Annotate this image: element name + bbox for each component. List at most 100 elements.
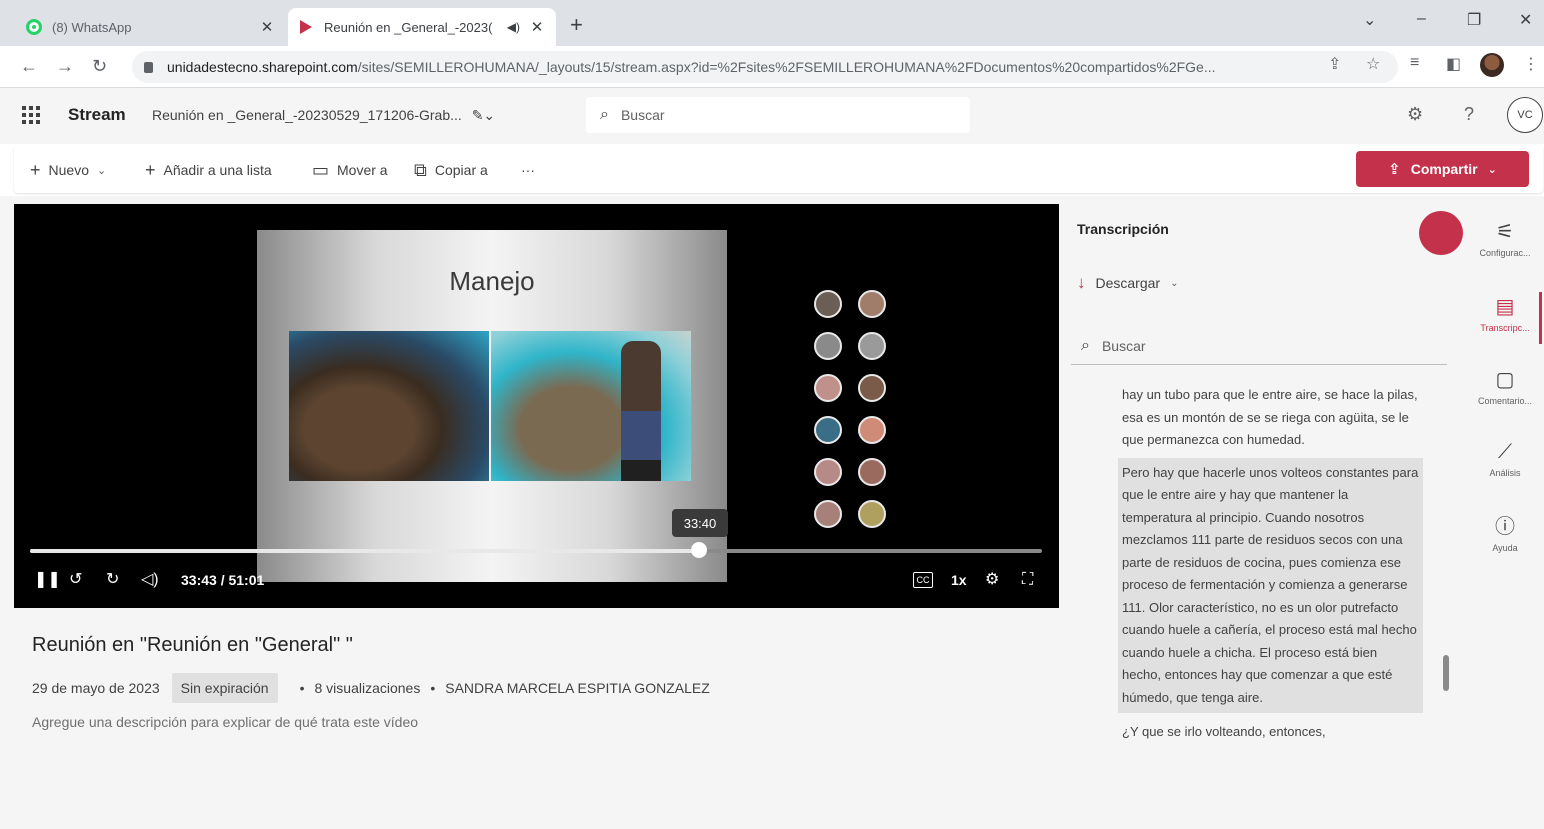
copy-to-label: Copiar a xyxy=(434,162,488,178)
reading-list-icon[interactable]: ≡ xyxy=(1410,54,1419,72)
minimize-button[interactable]: – xyxy=(1417,10,1426,28)
more-label: ··· xyxy=(521,162,535,178)
app-name[interactable]: Stream xyxy=(68,105,126,125)
transcript-text: ¿Y que se irlo volteando, entonces, xyxy=(1122,724,1326,739)
rail-analytics[interactable]: ⟋ Análisis xyxy=(1468,440,1542,478)
tab-search-icon[interactable]: ⌄ xyxy=(1363,10,1376,30)
download-icon: ↓ xyxy=(1077,273,1086,292)
fullscreen-icon[interactable]: ⛶ xyxy=(1022,570,1033,590)
transcript-panel-title: Transcripción xyxy=(1077,221,1169,237)
new-tab-button[interactable]: + xyxy=(570,12,583,38)
description-placeholder[interactable]: Agregue una descripción para explicar de… xyxy=(32,714,418,730)
add-to-list-button[interactable]: + Añadir a una lista xyxy=(145,158,272,182)
playback-speed-button[interactable]: 1x xyxy=(951,570,967,590)
seek-bar-thumb[interactable] xyxy=(690,542,707,558)
participant-avatar xyxy=(814,290,842,318)
help-icon: ⓘ xyxy=(1495,516,1515,538)
profile-avatar[interactable] xyxy=(1480,53,1504,77)
rail-label: Transcripc... xyxy=(1480,323,1530,333)
video-title: Reunión en "Reunión en "General" " xyxy=(32,634,353,656)
move-folder-icon: ▭ xyxy=(312,159,330,180)
url-field[interactable]: unidadestecno.sharepoint.com /sites/SEMI… xyxy=(132,51,1398,83)
plus-icon: + xyxy=(145,159,156,180)
lock-icon xyxy=(144,61,153,73)
participant-avatar xyxy=(814,374,842,402)
settings-gear-icon[interactable]: ⚙ xyxy=(1407,104,1423,125)
transcript-entry[interactable]: ¿Y que se irlo volteando, entonces, xyxy=(1071,721,1433,744)
move-to-button[interactable]: ▭ Mover a xyxy=(312,158,388,182)
close-window-button[interactable]: ✕ xyxy=(1519,10,1532,30)
rewind-10-icon[interactable]: ↺ xyxy=(69,570,82,590)
transcript-clipped-line xyxy=(1122,373,1423,384)
tab-whatsapp[interactable]: (8) WhatsApp ✕ xyxy=(14,8,286,46)
view-count: 8 visualizaciones xyxy=(314,680,421,696)
comment-icon: ▢ xyxy=(1495,369,1515,391)
forward-icon[interactable]: → xyxy=(56,54,74,78)
transcript-entry-active[interactable]: Pero hay que hacerle unos volteos consta… xyxy=(1118,457,1423,713)
user-avatar[interactable]: VC xyxy=(1507,97,1543,133)
browser-menu-icon[interactable]: ⋮ xyxy=(1523,54,1539,74)
rail-label: Análisis xyxy=(1489,468,1521,478)
participant-avatar xyxy=(858,458,886,486)
app-header: Stream Reunión en _General_-20230529_171… xyxy=(0,88,1544,144)
participant-avatar xyxy=(814,500,842,528)
document-title[interactable]: Reunión en _General_-20230529_171206-Gra… xyxy=(152,107,502,124)
pause-icon[interactable]: ❚❚ xyxy=(34,570,61,590)
download-transcript-button[interactable]: ↓ Descargar ⌄ xyxy=(1077,273,1178,293)
speaker-icon[interactable]: ◀) xyxy=(507,20,520,34)
tab-title: (8) WhatsApp xyxy=(52,19,132,35)
close-tab-icon[interactable]: ✕ xyxy=(260,18,274,36)
restore-button[interactable]: ❐ xyxy=(1467,10,1481,30)
participant-avatar xyxy=(858,290,886,318)
copy-to-button[interactable]: ⧉ Copiar a xyxy=(414,158,488,182)
transcript-text: Pero hay que hacerle unos volteos consta… xyxy=(1122,464,1419,705)
rail-settings[interactable]: ⚟ Configurac... xyxy=(1468,220,1542,258)
captions-icon[interactable]: CC xyxy=(913,572,933,588)
rail-comments[interactable]: ▢ Comentario... xyxy=(1468,368,1542,406)
transcript-entry[interactable]: hay un tubo para que le entre aire, se h… xyxy=(1071,373,1433,452)
help-question-icon[interactable]: ? xyxy=(1464,104,1474,125)
new-button[interactable]: + Nuevo ⌄ xyxy=(30,158,106,182)
header-search-box[interactable]: ⌕ Buscar xyxy=(586,97,970,133)
search-icon: ⌕ xyxy=(600,106,609,123)
app-launcher-icon[interactable] xyxy=(22,106,40,124)
rail-transcript[interactable]: ▤ Transcripc... xyxy=(1468,295,1542,333)
player-settings-icon[interactable]: ⚙ xyxy=(985,570,999,590)
transcript-scrollbar[interactable] xyxy=(1443,655,1449,691)
url-path: /sites/SEMILLEROHUMANA/_layouts/15/strea… xyxy=(357,59,1216,75)
rail-active-indicator xyxy=(1539,292,1542,344)
close-tab-icon[interactable]: ✕ xyxy=(530,18,544,36)
forward-10-icon[interactable]: ↻ xyxy=(106,570,119,590)
seek-bar[interactable] xyxy=(30,549,1042,553)
plus-icon: + xyxy=(30,159,41,180)
transcript-search-input[interactable]: ⌕ Buscar xyxy=(1071,328,1447,365)
settings-panel-icon: ⚟ xyxy=(1496,221,1514,243)
share-page-icon[interactable]: ⇪ xyxy=(1328,54,1341,74)
video-player[interactable]: Manejo 33:40 ❚❚ ↺ ↻ ◁) 33:43 / 51:01 CC … xyxy=(14,204,1059,608)
back-icon[interactable]: ← xyxy=(20,54,38,78)
tab-stream[interactable]: Reunión en _General_-2023( ◀) ✕ xyxy=(288,8,556,46)
share-button[interactable]: ⇪ Compartir ⌄ xyxy=(1356,151,1529,187)
time-display: 33:43 / 51:01 xyxy=(181,572,265,588)
volume-icon[interactable]: ◁) xyxy=(141,570,159,590)
slide-title: Manejo xyxy=(449,266,535,296)
browser-tab-strip: (8) WhatsApp ✕ Reunión en _General_-2023… xyxy=(0,0,1544,46)
bookmark-star-icon[interactable]: ☆ xyxy=(1366,54,1380,74)
edit-title-icon[interactable]: ✎⌄ xyxy=(472,107,495,123)
transcript-search-placeholder: Buscar xyxy=(1101,338,1146,354)
participant-avatar xyxy=(858,416,886,444)
side-panel-icon[interactable]: ◧ xyxy=(1446,54,1461,74)
rail-label: Configurac... xyxy=(1479,248,1531,258)
more-commands-button[interactable]: ··· xyxy=(521,158,535,182)
expiry-badge[interactable]: Sin expiración xyxy=(171,673,278,703)
rail-label: Comentario... xyxy=(1477,396,1533,406)
video-owner[interactable]: SANDRA MARCELA ESPITIA GONZALEZ xyxy=(445,680,710,696)
reload-icon[interactable]: ↻ xyxy=(92,54,107,78)
chevron-down-icon: ⌄ xyxy=(96,164,107,177)
chevron-down-icon: ⌄ xyxy=(1170,277,1179,289)
participant-avatar xyxy=(858,500,886,528)
participant-avatar xyxy=(858,332,886,360)
compost-turning-photo xyxy=(491,331,691,481)
rail-help[interactable]: ⓘ Ayuda xyxy=(1468,515,1542,553)
stream-icon xyxy=(300,20,312,34)
